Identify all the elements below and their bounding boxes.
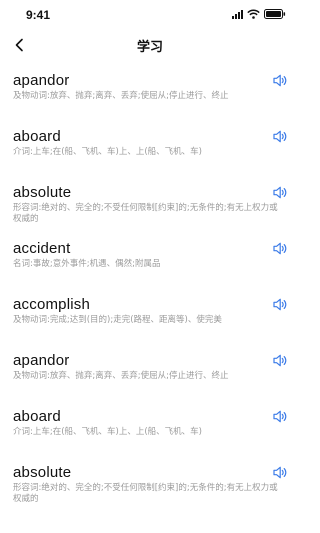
word-list-item[interactable]: aboard 介词:上车;在(船、飞机、车)上、上(船、飞机、车)	[0, 392, 300, 448]
word-definition: 介词:上车;在(船、飞机、车)上、上(船、飞机、车)	[13, 147, 202, 157]
word-list-item[interactable]: apandor 及物动词:放弃、抛弃;离弃、丢弃;使屈从;停止进行、终止	[0, 56, 300, 112]
word-text: absolute	[13, 183, 72, 201]
speaker-icon[interactable]	[272, 129, 288, 143]
word-definition: 形容词:绝对的、完全的;不受任何限制[约束]的;无条件的;有无上权力或权威的	[13, 203, 278, 224]
speaker-icon[interactable]	[272, 409, 288, 423]
speaker-icon[interactable]	[272, 73, 288, 87]
word-list-item[interactable]: apandor 及物动词:放弃、抛弃;离弃、丢弃;使屈从;停止进行、终止	[0, 336, 300, 392]
word-row: accident	[13, 238, 288, 258]
word-row: accomplish	[13, 294, 288, 314]
cellular-signal-icon	[232, 9, 243, 19]
speaker-icon[interactable]	[272, 465, 288, 479]
page-title: 学习	[136, 39, 163, 54]
word-list-item[interactable]: accomplish 及物动词:完成;达到(目的);走完(路程、距离等)、使完美	[0, 280, 300, 336]
wifi-icon	[247, 9, 260, 19]
word-text: absolute	[13, 463, 72, 481]
status-icons	[232, 9, 286, 19]
word-text: apandor	[13, 351, 70, 369]
word-text: aboard	[13, 127, 61, 145]
word-row: aboard	[13, 126, 288, 146]
word-list: apandor 及物动词:放弃、抛弃;离弃、丢弃;使屈从;停止进行、终止 aboar…	[0, 56, 300, 504]
speaker-icon[interactable]	[272, 241, 288, 255]
word-row: apandor	[13, 70, 288, 90]
status-time: 9:41	[26, 8, 51, 22]
word-definition: 及物动词:完成;达到(目的);走完(路程、距离等)、使完美	[13, 315, 222, 325]
word-row: absolute	[13, 182, 288, 202]
word-definition: 名词:事故;意外事件;机遇、偶然;附属品	[13, 259, 161, 269]
word-row: apandor	[13, 350, 288, 370]
word-row: absolute	[13, 462, 288, 482]
word-list-item[interactable]: aboard 介词:上车;在(船、飞机、车)上、上(船、飞机、车)	[0, 112, 300, 168]
status-bar: 9:41	[0, 0, 300, 30]
word-list-item[interactable]: accident 名词:事故;意外事件;机遇、偶然;附属品	[0, 224, 300, 280]
word-text: apandor	[13, 71, 70, 89]
speaker-icon[interactable]	[272, 353, 288, 367]
word-definition: 及物动词:放弃、抛弃;离弃、丢弃;使屈从;停止进行、终止	[13, 371, 229, 381]
speaker-icon[interactable]	[272, 185, 288, 199]
word-text: accomplish	[13, 295, 91, 313]
word-text: accident	[13, 239, 71, 257]
word-row: aboard	[13, 406, 288, 426]
word-list-item[interactable]: absolute 形容词:绝对的、完全的;不受任何限制[约束]的;无条件的;有无上…	[0, 168, 300, 224]
speaker-icon[interactable]	[272, 297, 288, 311]
word-definition: 介词:上车;在(船、飞机、车)上、上(船、飞机、车)	[13, 427, 202, 437]
word-list-item[interactable]: absolute 形容词:绝对的、完全的;不受任何限制[约束]的;无条件的;有无上…	[0, 448, 300, 504]
word-definition: 形容词:绝对的、完全的;不受任何限制[约束]的;无条件的;有无上权力或权威的	[13, 483, 278, 504]
word-definition: 及物动词:放弃、抛弃;离弃、丢弃;使屈从;停止进行、终止	[13, 91, 229, 101]
battery-icon	[264, 9, 286, 19]
word-text: aboard	[13, 407, 61, 425]
